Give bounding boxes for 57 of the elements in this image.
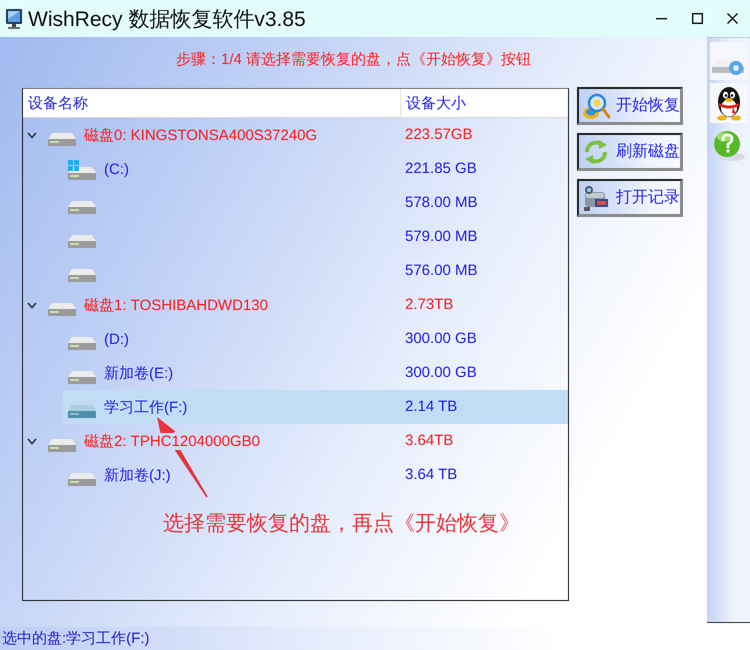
volume-size: 2.14 TB <box>405 398 458 415</box>
monitor-icon <box>5 8 23 30</box>
chevron-icon[interactable] <box>27 302 37 308</box>
disk-name: 磁盘2: TPHC1204000GB0 <box>84 432 260 450</box>
close-icon <box>727 13 738 24</box>
refresh-icon <box>582 138 610 166</box>
penguin-icon[interactable] <box>710 83 748 123</box>
volume-size: 300.00 GB <box>405 364 477 381</box>
disk-name: 磁盘0: KINGSTONSA400S37240G <box>84 126 318 144</box>
maximize-icon <box>692 13 702 24</box>
annotation-text: 选择需要恢复的盘，再点《开始恢复》 <box>163 511 520 537</box>
volume-name: 新加卷(J:) <box>104 466 171 484</box>
drive-icon <box>68 370 96 384</box>
drive-icon <box>48 438 76 452</box>
column-header[interactable]: 设备大小 <box>406 94 466 112</box>
drive-icon <box>48 132 76 146</box>
tree-row[interactable]: 578.00 MB <box>63 186 568 220</box>
step-hint: 步骤：1/4 请选择需要恢复的盘，点《开始恢复》按钮 <box>176 51 532 68</box>
chevron-icon[interactable] <box>27 132 37 138</box>
tree-row[interactable]: 576.00 MB <box>63 254 568 288</box>
drive-icon <box>48 302 76 316</box>
disk-size: 3.64TB <box>405 432 454 449</box>
drive-icon <box>68 268 96 282</box>
drive-icon <box>68 404 96 418</box>
drive-icon <box>68 234 96 248</box>
tree-row[interactable]: 学习工作(F:) 2.14 TB <box>63 390 568 424</box>
tree-row[interactable]: (C:) 221.85 GB <box>63 152 568 186</box>
disk-size: 2.73TB <box>405 296 454 313</box>
volume-size: 300.00 GB <box>405 330 477 347</box>
drive-icon <box>68 472 96 486</box>
volume-size: 579.00 MB <box>405 228 478 245</box>
tree-row[interactable]: (D:) 300.00 GB <box>63 322 568 356</box>
volume-size: 578.00 MB <box>405 194 478 211</box>
chevron-icon[interactable] <box>27 438 37 444</box>
volume-size: 3.64 TB <box>405 466 458 483</box>
disk-name: 磁盘1: TOSHIBAHDWD130 <box>84 296 268 314</box>
drive-icon <box>68 200 96 214</box>
camcorder-icon <box>582 184 610 212</box>
magnifier-icon <box>582 92 610 120</box>
tree-row[interactable]: 新加卷(J:) 3.64 TB <box>63 458 568 492</box>
disk-size: 223.57GB <box>405 126 473 143</box>
volume-name: (D:) <box>104 330 129 348</box>
volume-name: (C:) <box>104 160 129 178</box>
tree-row[interactable]: 579.00 MB <box>63 220 568 254</box>
minimize-icon <box>656 18 666 20</box>
action-button[interactable]: 刷新磁盘 <box>577 133 683 171</box>
action-button[interactable]: 开始恢复 <box>577 87 683 125</box>
status-text: 选中的盘:学习工作(F:) <box>2 629 150 648</box>
drive-icon <box>68 336 96 350</box>
volume-size: 221.85 GB <box>405 160 477 177</box>
column-header[interactable]: 设备名称 <box>28 94 88 112</box>
tree-row[interactable]: 新加卷(E:) 300.00 GB <box>63 356 568 390</box>
window-title: WishRecy 数据恢复软件v3.85 <box>28 6 306 32</box>
volume-name: 新加卷(E:) <box>104 364 174 382</box>
action-button[interactable]: 打开记录 <box>577 179 683 217</box>
volume-name: 学习工作(F:) <box>104 398 188 416</box>
volume-size: 576.00 MB <box>405 262 478 279</box>
